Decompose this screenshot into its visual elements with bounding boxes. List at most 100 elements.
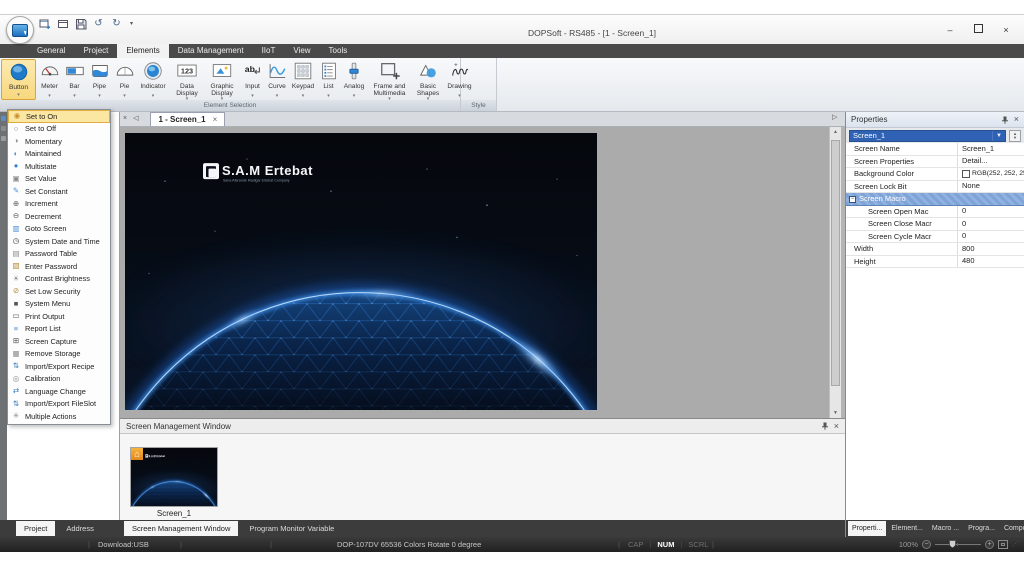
ribbon-item-pipe[interactable]: Pipe▾ bbox=[86, 59, 113, 100]
menu-item-import-export-fileslot[interactable]: ⇅Import/Export FileSlot bbox=[8, 398, 110, 411]
menu-item-system-date-and-time[interactable]: ◷System Date and Time bbox=[8, 235, 110, 248]
menu-tab-general[interactable]: General bbox=[28, 44, 74, 58]
menu-item-remove-storage[interactable]: ▦Remove Storage bbox=[8, 348, 110, 361]
customize-toolbar-caret-icon[interactable]: ▾ bbox=[130, 20, 133, 27]
dropdown-caret-icon[interactable]: ▾ bbox=[17, 93, 20, 99]
menu-item-calibration[interactable]: ◎Calibration bbox=[8, 373, 110, 386]
property-value[interactable]: 0 bbox=[958, 206, 1024, 218]
resize-grip-icon[interactable]: ⋰ bbox=[1012, 537, 1019, 552]
menu-item-momentary[interactable]: ◑Momentary bbox=[8, 135, 110, 148]
undo-button[interactable]: ↺ bbox=[92, 17, 105, 30]
tab-element[interactable]: Element... bbox=[887, 521, 927, 536]
menu-item-set-low-security[interactable]: ⊘Set Low Security bbox=[8, 285, 110, 298]
menu-tab-data-management[interactable]: Data Management bbox=[169, 44, 253, 58]
scroll-tabs-right-icon[interactable]: ▷ bbox=[832, 113, 837, 121]
property-section-screen-macro[interactable]: −Screen Macro bbox=[846, 193, 1024, 206]
save-button[interactable] bbox=[74, 17, 87, 30]
menu-item-set-to-off[interactable]: ○Set to Off bbox=[8, 123, 110, 136]
menu-item-import-export-recipe[interactable]: ⇅Import/Export Recipe bbox=[8, 360, 110, 373]
open-project-button[interactable] bbox=[56, 17, 69, 30]
tab-macro[interactable]: Macro ... bbox=[928, 521, 963, 536]
ribbon-item-basic-shapes[interactable]: Basic Shapes▾ bbox=[411, 59, 445, 100]
scrollbar-thumb[interactable] bbox=[831, 140, 840, 386]
menu-item-password-table[interactable]: ▤Password Table bbox=[8, 248, 110, 261]
property-value[interactable]: Detail... bbox=[958, 156, 1024, 168]
property-value[interactable]: None bbox=[958, 181, 1024, 193]
tab-progra[interactable]: Progra... bbox=[964, 521, 999, 536]
pin-icon[interactable] bbox=[1001, 116, 1009, 124]
maximize-button[interactable] bbox=[970, 24, 986, 36]
spin-down-icon[interactable]: ▼ bbox=[1013, 136, 1017, 140]
hmi-screen[interactable] bbox=[125, 133, 597, 410]
tab-compo[interactable]: Compo... bbox=[1000, 521, 1024, 536]
design-canvas[interactable] bbox=[120, 127, 829, 418]
tab-address[interactable]: Address bbox=[58, 521, 102, 536]
minimize-button[interactable]: – bbox=[942, 24, 958, 36]
fit-to-screen-button[interactable] bbox=[998, 540, 1008, 549]
tab-close-icon[interactable]: × bbox=[213, 115, 218, 124]
zoom-slider-thumb[interactable] bbox=[949, 540, 956, 548]
zoom-slider[interactable] bbox=[935, 544, 981, 545]
menu-item-increment[interactable]: ⊕Increment bbox=[8, 198, 110, 211]
property-value[interactable]: Screen_1 bbox=[958, 143, 1024, 155]
ribbon-item-keypad[interactable]: Keypad▾ bbox=[289, 59, 317, 100]
screen-document-tab[interactable]: 1 - Screen_1 × bbox=[150, 112, 225, 126]
menu-item-print-output[interactable]: ▭Print Output bbox=[8, 310, 110, 323]
zoom-in-button[interactable]: + bbox=[985, 540, 994, 549]
property-value[interactable]: 0 bbox=[958, 231, 1024, 243]
menu-item-set-to-on[interactable]: ◉Set to On bbox=[8, 110, 110, 123]
ribbon-item-button[interactable]: Button▾ bbox=[1, 59, 36, 100]
ribbon-item-graphic-display[interactable]: Graphic Display▾ bbox=[204, 59, 240, 100]
ribbon-item-bar[interactable]: Bar▾ bbox=[63, 59, 86, 100]
tab-properti[interactable]: Properti... bbox=[848, 521, 886, 536]
menu-item-multiple-actions[interactable]: ✳Multiple Actions bbox=[8, 410, 110, 423]
menu-item-maintained[interactable]: ◐Maintained bbox=[8, 148, 110, 161]
close-document-icon[interactable]: × bbox=[120, 112, 130, 126]
selector-spinner[interactable]: ▲▼ bbox=[1009, 130, 1021, 142]
menu-item-enter-password[interactable]: ▧Enter Password bbox=[8, 260, 110, 273]
menu-item-report-list[interactable]: ≡Report List bbox=[8, 323, 110, 336]
app-menu-button[interactable] bbox=[6, 16, 34, 44]
scroll-tabs-left-icon[interactable]: ◁ bbox=[130, 112, 141, 126]
property-value[interactable]: RGB(252, 252, 252) bbox=[958, 168, 1024, 180]
menu-tab-project[interactable]: Project bbox=[74, 44, 117, 58]
menu-item-language-change[interactable]: ⇄Language Change bbox=[8, 385, 110, 398]
close-button[interactable]: × bbox=[998, 24, 1014, 36]
menu-tab-tools[interactable]: Tools bbox=[320, 44, 357, 58]
ribbon-item-meter[interactable]: Meter▾ bbox=[36, 59, 63, 100]
property-value[interactable]: 0 bbox=[958, 218, 1024, 230]
menu-item-set-constant[interactable]: ✎Set Constant bbox=[8, 185, 110, 198]
ribbon-item-indicator[interactable]: Indicator▾ bbox=[136, 59, 170, 100]
screen-thumbnail[interactable]: ⌂ bbox=[130, 447, 218, 507]
vertical-scrollbar[interactable]: ▲ ▼ bbox=[829, 127, 841, 418]
pin-icon[interactable] bbox=[821, 422, 829, 430]
scroll-up-icon[interactable]: ▲ bbox=[830, 129, 841, 135]
close-pane-icon[interactable]: × bbox=[1014, 115, 1019, 124]
ribbon-item-input[interactable]: abInput▾ bbox=[240, 59, 265, 100]
ribbon-item-list[interactable]: List▾ bbox=[317, 59, 340, 100]
ribbon-item-analog[interactable]: Analog▾ bbox=[340, 59, 368, 100]
menu-tab-elements[interactable]: Elements bbox=[117, 44, 168, 58]
menu-item-goto-screen[interactable]: ▥Goto Screen bbox=[8, 223, 110, 236]
menu-item-system-menu[interactable]: ■System Menu bbox=[8, 298, 110, 311]
thumbnail-label[interactable]: Screen_1 bbox=[130, 509, 218, 518]
collapse-icon[interactable]: − bbox=[849, 196, 856, 203]
ribbon-item-frame-and-multimedia[interactable]: Frame and Multimedia▾ bbox=[368, 59, 411, 100]
menu-item-set-value[interactable]: ▣Set Value bbox=[8, 173, 110, 186]
ribbon-item-curve[interactable]: Curve▾ bbox=[265, 59, 289, 100]
ribbon-item-data-display[interactable]: 123Data Display▾ bbox=[170, 59, 204, 100]
object-selector-dropdown[interactable]: Screen_1 ▼ bbox=[849, 130, 1006, 142]
property-value[interactable]: 480 bbox=[958, 256, 1024, 268]
menu-tab-iiot[interactable]: IIoT bbox=[253, 44, 285, 58]
scroll-down-icon[interactable]: ▼ bbox=[830, 410, 841, 416]
menu-item-decrement[interactable]: ⊖Decrement bbox=[8, 210, 110, 223]
tab-program-monitor-variable[interactable]: Program Monitor Variable bbox=[241, 521, 342, 536]
property-value[interactable]: 800 bbox=[958, 243, 1024, 255]
zoom-out-button[interactable]: − bbox=[922, 540, 931, 549]
chevron-down-icon[interactable]: ▼ bbox=[992, 131, 1005, 141]
close-pane-icon[interactable]: × bbox=[834, 422, 839, 431]
menu-item-contrast-brightness[interactable]: ☀Contrast Brightness bbox=[8, 273, 110, 286]
menu-item-screen-capture[interactable]: ⊞Screen Capture bbox=[8, 335, 110, 348]
menu-item-multistate[interactable]: ●Multistate bbox=[8, 160, 110, 173]
tab-project[interactable]: Project bbox=[16, 521, 55, 536]
